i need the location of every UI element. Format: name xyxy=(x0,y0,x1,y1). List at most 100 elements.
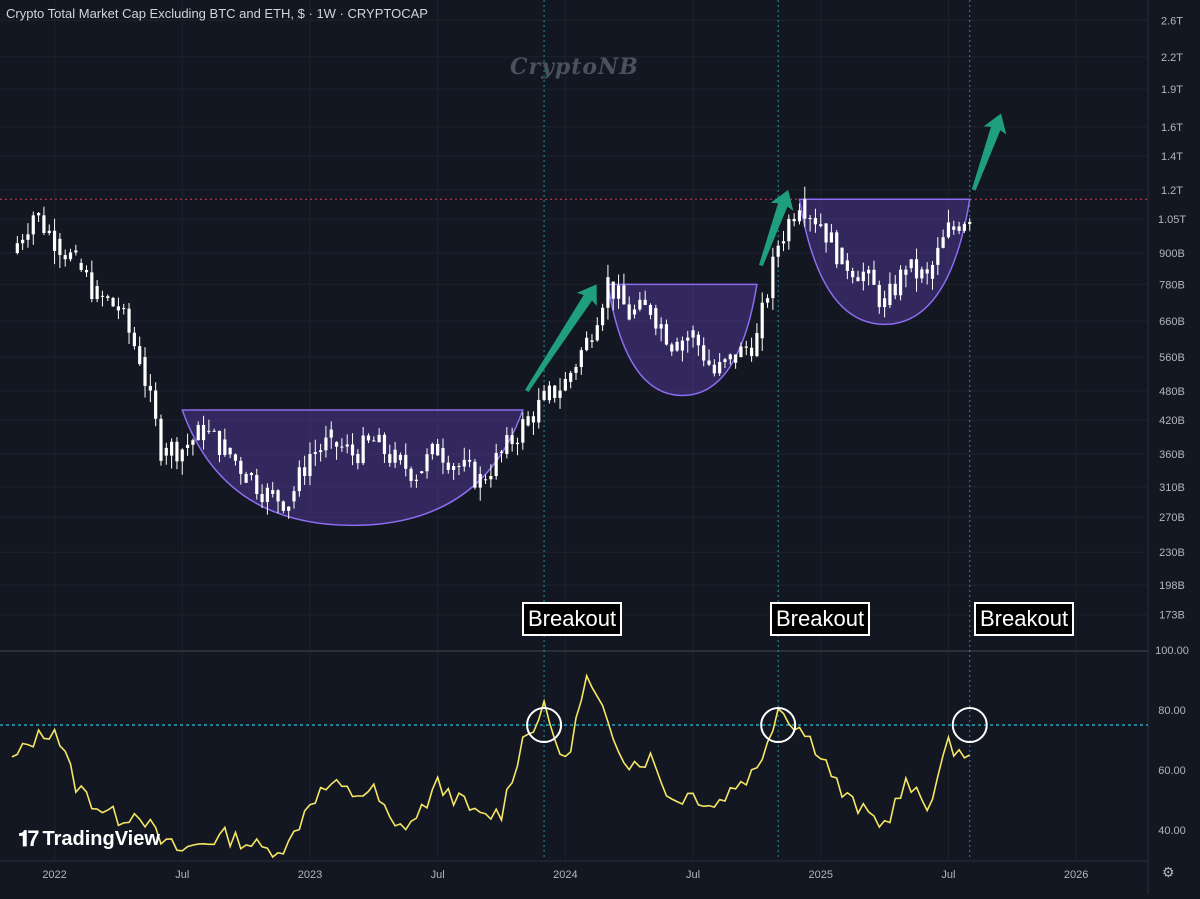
candle-body xyxy=(494,452,498,477)
candle-body xyxy=(111,298,115,307)
candle-body xyxy=(819,224,823,227)
price-tick-label: 2.6T xyxy=(1161,15,1183,27)
rsi-tick-label: 100.00 xyxy=(1155,645,1189,657)
candle-body xyxy=(925,269,929,274)
candle-body xyxy=(776,245,780,257)
candle-body xyxy=(601,307,605,326)
arrow-shape xyxy=(525,284,597,392)
candle-body xyxy=(856,277,860,282)
candle-body xyxy=(420,471,424,474)
candle-body xyxy=(888,283,892,305)
candle-body xyxy=(116,306,121,311)
chart-area: 2.6T 2.2T 1.9T 1.6T 1.4T 1.2T 1.05T 900B 780B 660… xyxy=(0,0,1200,894)
price-tick-label: 560B xyxy=(1159,352,1185,364)
candle-body xyxy=(217,430,222,455)
candle-body xyxy=(90,272,94,300)
candle-body xyxy=(467,459,472,462)
candle-body xyxy=(792,218,796,222)
price-tick-label: 660B xyxy=(1159,316,1185,328)
time-tick-label: Jul xyxy=(431,869,445,881)
candle-body xyxy=(723,359,727,362)
settings-gear-icon[interactable]: ⚙ xyxy=(1162,864,1175,881)
candle-body xyxy=(909,259,913,269)
candle-body xyxy=(37,212,41,216)
candle-body xyxy=(611,281,615,299)
price-tick-label: 780B xyxy=(1159,279,1185,291)
candle-body xyxy=(813,218,818,225)
candle-body xyxy=(366,435,371,441)
candle-body xyxy=(702,345,706,361)
candle-body xyxy=(696,334,700,346)
candle-body xyxy=(68,252,73,260)
candle-body xyxy=(648,304,653,315)
candle-body xyxy=(744,346,748,348)
candle-body xyxy=(829,232,833,243)
candle-body xyxy=(968,221,972,225)
candle-body xyxy=(781,241,786,244)
candle-body xyxy=(329,429,333,438)
candle-body xyxy=(547,385,551,401)
candle-body xyxy=(638,299,642,310)
candle-body xyxy=(398,454,403,461)
candle-body xyxy=(319,450,323,453)
candle-body xyxy=(643,299,647,305)
candle-body xyxy=(680,340,685,351)
candle-body xyxy=(207,430,211,432)
price-tick-label: 173B xyxy=(1159,610,1185,622)
candle-body xyxy=(877,284,881,308)
candle-body xyxy=(191,440,195,445)
candle-body xyxy=(63,255,67,260)
candle-body xyxy=(446,462,450,470)
candle-body xyxy=(537,399,541,423)
time-tick-label: 2024 xyxy=(553,869,577,881)
candle-body xyxy=(52,230,57,251)
candle-body xyxy=(281,501,285,511)
candle-body xyxy=(840,247,844,265)
candle-body xyxy=(962,224,967,231)
candle-body xyxy=(765,298,770,303)
candle-body xyxy=(579,350,583,367)
candle-body xyxy=(313,452,317,454)
candle-body xyxy=(356,453,360,464)
candle-body xyxy=(42,215,46,233)
candle-body xyxy=(292,491,296,502)
candle-body xyxy=(861,271,865,282)
candle-body xyxy=(361,435,365,464)
candle-body xyxy=(425,454,429,472)
price-tick-label: 1.9T xyxy=(1161,84,1183,96)
candle-body xyxy=(675,341,679,351)
candle-body xyxy=(255,475,259,495)
candle-body xyxy=(170,441,174,456)
candle-body xyxy=(771,256,775,299)
candle-body xyxy=(707,360,711,365)
rsi-tick-label: 60.00 xyxy=(1158,765,1186,777)
candle-body xyxy=(808,218,812,220)
time-tick-label: 2022 xyxy=(42,869,66,881)
candle-body xyxy=(334,442,339,447)
candle-body xyxy=(228,447,232,455)
candle-body xyxy=(31,215,35,235)
candle-body xyxy=(883,298,887,308)
candle-body xyxy=(867,269,871,274)
tradingview-icon: 𝟏7 xyxy=(18,826,40,851)
price-tick-label: 900B xyxy=(1159,248,1185,260)
candle-body xyxy=(515,442,520,445)
breakout-label-3: Breakout xyxy=(974,602,1075,636)
candle-body xyxy=(712,364,716,374)
price-tick-label: 310B xyxy=(1159,482,1185,494)
candle-body xyxy=(372,440,376,442)
candle-body xyxy=(244,473,248,483)
candle-body xyxy=(563,378,567,391)
candle-body xyxy=(845,260,849,271)
candle-body xyxy=(728,354,732,360)
candle-body xyxy=(569,372,573,382)
candle-body xyxy=(499,451,504,453)
candle-body xyxy=(212,430,216,432)
candle-body xyxy=(686,337,690,341)
candle-body xyxy=(457,465,461,467)
candle-body xyxy=(585,337,589,351)
candle-body xyxy=(946,222,951,238)
candle-body xyxy=(303,467,307,477)
candle-body xyxy=(148,385,152,391)
time-tick-label: 2026 xyxy=(1064,869,1088,881)
